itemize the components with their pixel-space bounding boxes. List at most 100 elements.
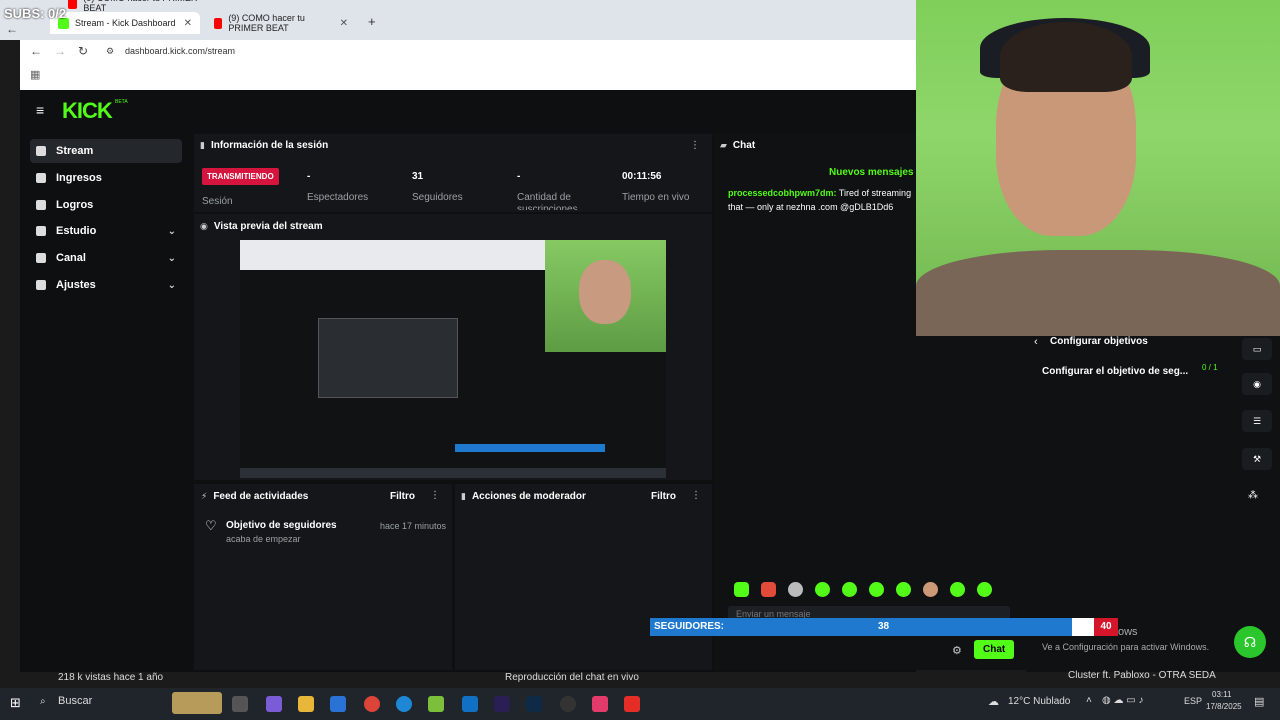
youtube-icon[interactable] [624,696,640,712]
sidebar-item-estudio[interactable]: Estudio ⌄ [30,219,182,243]
broadcast-side-icon[interactable]: ◉ [1242,373,1272,395]
tray-icons[interactable]: ◍ ☁ ▭ ♪ [1102,695,1144,706]
photoshop-icon[interactable] [526,696,542,712]
taskbar-search-icon[interactable]: ⌕ [40,696,46,707]
taskbar-search[interactable]: Buscar [58,695,92,707]
stat-label-followers: Seguidores [412,192,463,203]
browser-tab-1[interactable]: (9) COMO hacer tu PRIMER BEAT [60,0,210,13]
emote-icon[interactable] [896,582,911,597]
chat-side-icon[interactable]: ▭ [1242,338,1272,360]
weather-cloud-icon: ☁ [988,696,999,708]
address-bar[interactable]: dashboard.kick.com/stream [125,46,235,56]
chat-replay-label[interactable]: Reproducción del chat en vivo [505,672,639,683]
browser-tab-2[interactable]: Stream - Kick Dashboard ✕ [50,12,200,34]
money-icon [36,173,46,183]
forward-icon[interactable]: → [54,44,66,58]
kick-logo[interactable]: KICK [62,98,113,124]
eye-icon: ◉ [200,221,208,231]
more-icon[interactable]: ⋮ [430,490,440,501]
studio-icon [36,226,46,236]
mod-filter-button[interactable]: Filtro [651,491,676,502]
more-side-icon[interactable]: ⁂ [1248,490,1258,501]
store-icon[interactable] [330,696,346,712]
emote-row [734,582,1014,600]
language[interactable]: ESP [1184,696,1202,706]
emote-icon[interactable] [761,582,776,597]
wrench-side-icon[interactable]: ⚒ [1242,448,1272,470]
feed-filter-button[interactable]: Filtro [390,491,415,502]
heart-icon: ♡ [205,518,217,533]
edge-icon[interactable] [396,696,412,712]
goal-bar-target: 40 [1094,618,1118,636]
close-tab-icon[interactable]: ✕ [184,18,192,29]
close-tab-icon[interactable]: ✕ [340,18,348,29]
chevron-down-icon: ⌄ [167,279,176,291]
windows-taskbar: ⊞ ⌕ Buscar ☁ 12°C Nublado ˄ ◍ ☁ ▭ ♪ ESP … [0,688,1280,720]
browser-tab-3[interactable]: (9) COMO hacer tu PRIMER BEAT ✕ [206,12,356,34]
chat-title: Chat [732,140,756,151]
reload-icon[interactable]: ↻ [78,44,88,58]
emote-icon[interactable] [977,582,992,597]
copilot-icon[interactable] [266,696,282,712]
status-badge: TRANSMITIENDO [202,168,279,185]
chat-settings-gear-icon[interactable]: ⚙ [952,644,962,657]
emote-icon[interactable] [815,582,830,597]
webcam-overlay [916,0,1280,336]
tiktok-icon[interactable] [592,696,608,712]
back-arrow-icon[interactable]: ← [6,22,18,36]
emote-icon[interactable] [734,582,749,597]
task-view-icon[interactable] [232,696,248,712]
windows-start-icon[interactable]: ⊞ [10,696,24,710]
tray-chevron-icon[interactable]: ˄ [1086,695,1092,706]
clock-time[interactable]: 03:11 [1212,690,1231,699]
emote-icon[interactable] [950,582,965,597]
next-video-title[interactable]: Cluster ft. Pabloxo - OTRA SEDA [1068,670,1216,681]
feed-item-title: Objetivo de seguidores [226,520,337,531]
more-icon[interactable]: ⋮ [691,490,701,501]
taskbar-widget[interactable] [172,692,222,714]
new-messages-divider[interactable]: Nuevos mensajes [829,167,914,178]
list-side-icon[interactable]: ☰ [1242,410,1272,432]
stat-value-viewers: - [307,171,311,182]
obs-icon[interactable] [560,696,576,712]
app-icon[interactable] [428,696,444,712]
youtube-strip: 218 k vistas hace 1 año Reproducción del… [0,670,1280,688]
weather[interactable]: 12°C Nublado [1008,696,1070,707]
menu-icon[interactable]: ≡ [36,103,48,117]
help-bubble-icon[interactable]: ☊ [1234,626,1266,658]
new-tab-icon[interactable]: + [368,14,376,29]
hair [1000,22,1132,92]
more-icon[interactable]: ⋮ [690,140,700,151]
emote-icon[interactable] [788,582,803,597]
stream-preview-panel: ◉ Vista previa del stream [194,214,712,480]
stream-preview-video[interactable] [240,240,666,478]
chrome-icon[interactable] [364,696,380,712]
emote-icon[interactable] [923,582,938,597]
stat-value-followers: 31 [412,171,424,182]
site-info-icon[interactable]: ⚙ [106,46,114,57]
goal-bar-label: SEGUIDORES: [654,621,725,632]
sidebar-item-logros[interactable]: Logros [30,193,182,217]
shield-icon: ▮ [461,491,466,501]
emote-icon[interactable] [842,582,857,597]
back-icon[interactable]: ← [30,44,42,58]
notification-icon[interactable]: ▤ [1254,695,1264,708]
sidebar-item-ajustes[interactable]: Ajustes ⌄ [30,273,182,297]
feed-item-sub: acaba de empezar [226,534,301,544]
send-chat-button[interactable]: Chat [974,640,1015,659]
sidebar-item-ingresos[interactable]: Ingresos [30,166,182,190]
youtube-icon [214,17,223,29]
file-explorer-icon[interactable] [298,696,314,712]
goal-item[interactable]: Configurar el objetivo de seg... [1042,366,1188,377]
goals-title[interactable]: Configurar objetivos [1050,336,1148,347]
emote-icon[interactable] [869,582,884,597]
back-chevron-icon[interactable]: ‹ [1034,336,1038,348]
chat-username[interactable]: processedcobhpwm7dm: [728,188,837,198]
clock-date[interactable]: 17/8/2025 [1206,702,1242,711]
premiere-icon[interactable] [494,696,510,712]
sidebar-item-canal[interactable]: Canal ⌄ [30,246,182,270]
apps-grid-icon[interactable]: ▦ [30,68,40,81]
outlook-icon[interactable] [462,696,478,712]
sidebar-item-stream[interactable]: Stream [30,139,182,163]
video-views: 218 k vistas hace 1 año [58,672,164,683]
